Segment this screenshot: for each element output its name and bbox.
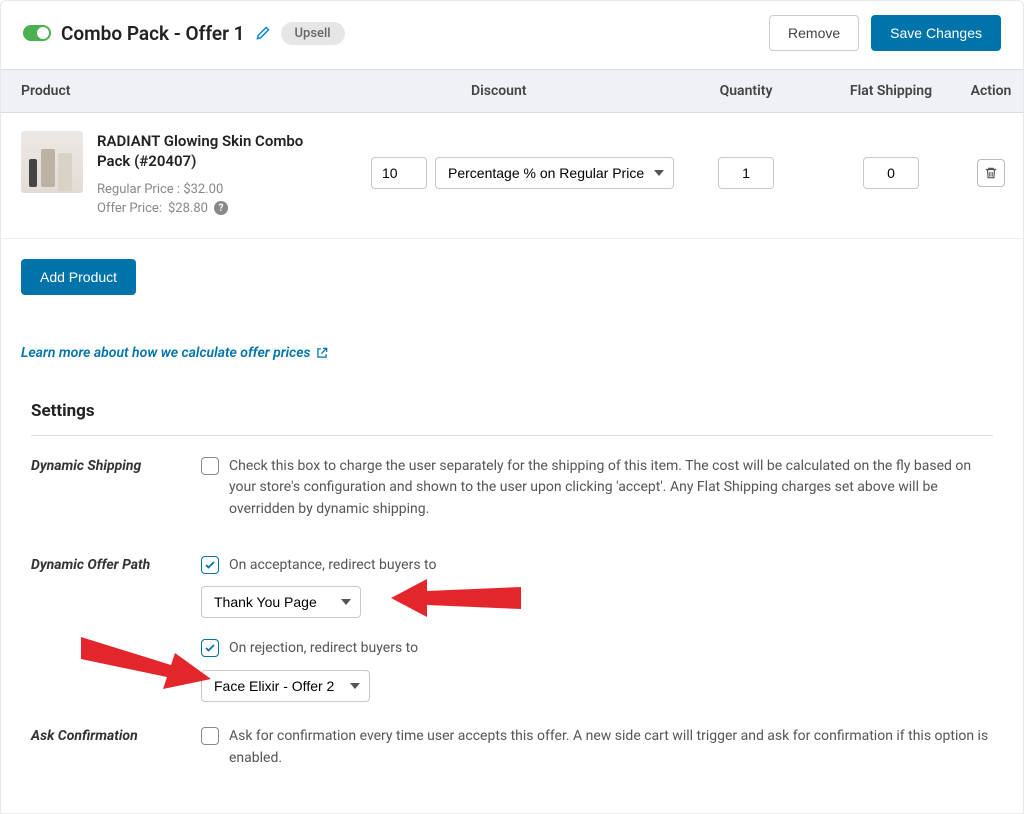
- settings-section: Settings Dynamic Shipping Check this box…: [1, 361, 1023, 814]
- on-rejection-checkbox[interactable]: [201, 639, 219, 657]
- ask-confirmation-description: Ask for confirmation every time user acc…: [229, 726, 993, 769]
- offer-editor-panel: Combo Pack - Offer 1 Upsell Remove Save …: [0, 0, 1024, 814]
- discount-value-input[interactable]: [371, 157, 427, 189]
- setting-dynamic-offer-path: Dynamic Offer Path On acceptance, redire…: [31, 555, 993, 702]
- on-acceptance-checkbox[interactable]: [201, 556, 219, 574]
- offer-enabled-toggle[interactable]: [23, 25, 51, 41]
- product-name: RADIANT Glowing Skin Combo Pack (#20407): [97, 131, 327, 172]
- on-acceptance-text: On acceptance, redirect buyers to: [229, 555, 436, 577]
- offer-price: Offer Price: $28.80 ?: [97, 201, 327, 216]
- save-changes-button[interactable]: Save Changes: [871, 15, 1001, 51]
- settings-heading: Settings: [31, 401, 993, 436]
- dynamic-shipping-description: Check this box to charge the user separa…: [229, 456, 993, 521]
- product-row: RADIANT Glowing Skin Combo Pack (#20407)…: [1, 113, 1023, 239]
- help-icon[interactable]: ?: [214, 201, 228, 215]
- discount-type-select[interactable]: Percentage % on Regular Price: [435, 157, 674, 189]
- offer-title: Combo Pack - Offer 1: [61, 22, 245, 45]
- dynamic-shipping-label: Dynamic Shipping: [31, 456, 191, 531]
- dynamic-shipping-checkbox[interactable]: [201, 457, 219, 475]
- col-flat-shipping: Flat Shipping: [821, 83, 961, 99]
- rejection-redirect-select[interactable]: Face Elixir - Offer 2: [201, 670, 370, 702]
- quantity-input[interactable]: [718, 157, 774, 189]
- col-action: Action: [961, 83, 1021, 99]
- add-product-button[interactable]: Add Product: [21, 259, 136, 295]
- regular-price: Regular Price : $32.00: [97, 182, 327, 197]
- offer-type-badge: Upsell: [281, 22, 345, 45]
- col-discount: Discount: [371, 83, 671, 99]
- acceptance-redirect-select[interactable]: Thank You Page: [201, 586, 361, 618]
- product-table-header: Product Discount Quantity Flat Shipping …: [1, 69, 1023, 113]
- trash-icon: [984, 166, 998, 180]
- ask-confirmation-checkbox[interactable]: [201, 727, 219, 745]
- col-product: Product: [21, 83, 371, 99]
- dynamic-offer-path-label: Dynamic Offer Path: [31, 555, 191, 702]
- flat-shipping-input[interactable]: [863, 157, 919, 189]
- learn-more-link[interactable]: Learn more about how we calculate offer …: [1, 305, 329, 361]
- edit-title-icon[interactable]: [255, 25, 271, 41]
- product-thumbnail: [21, 131, 83, 193]
- panel-header: Combo Pack - Offer 1 Upsell Remove Save …: [1, 1, 1023, 69]
- on-rejection-text: On rejection, redirect buyers to: [229, 638, 418, 660]
- delete-product-button[interactable]: [977, 159, 1005, 187]
- setting-dynamic-shipping: Dynamic Shipping Check this box to charg…: [31, 456, 993, 531]
- col-quantity: Quantity: [671, 83, 821, 99]
- remove-button[interactable]: Remove: [769, 15, 859, 51]
- setting-ask-confirmation: Ask Confirmation Ask for confirmation ev…: [31, 726, 993, 779]
- external-link-icon: [315, 346, 329, 360]
- ask-confirmation-label: Ask Confirmation: [31, 726, 191, 779]
